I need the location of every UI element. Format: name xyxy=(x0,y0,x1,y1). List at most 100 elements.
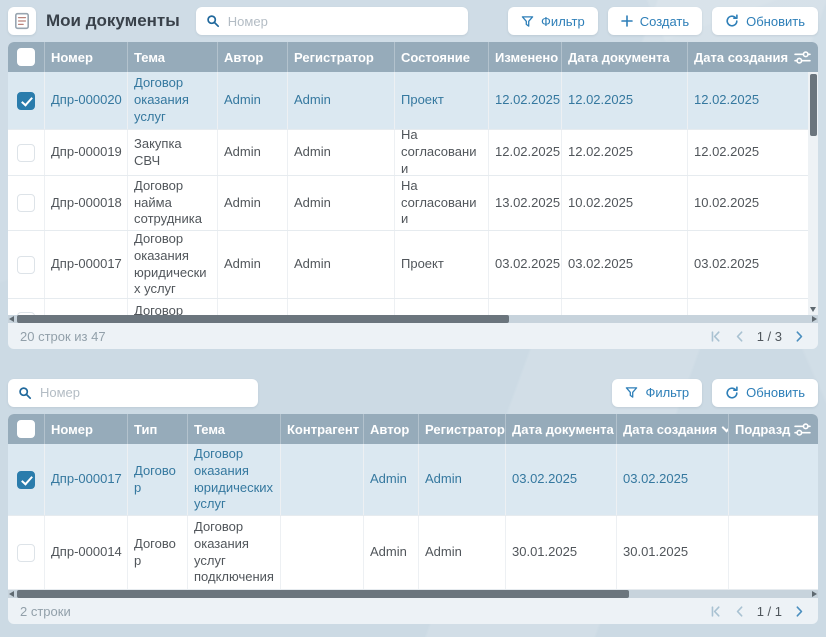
search-icon xyxy=(206,14,220,28)
search-icon xyxy=(18,386,32,400)
first-page-button[interactable] xyxy=(709,330,722,343)
header-cell-theme[interactable]: Тема xyxy=(188,414,281,444)
select-all-checkbox[interactable] xyxy=(17,420,35,438)
documents-section-button[interactable] xyxy=(8,7,36,35)
row-checkbox[interactable] xyxy=(17,256,35,274)
scroll-right-arrow[interactable] xyxy=(812,591,817,597)
header-cell-doc-date[interactable]: Дата документа xyxy=(506,414,617,444)
search-input[interactable] xyxy=(228,14,458,29)
scroll-left-arrow[interactable] xyxy=(9,316,14,322)
cell-created xyxy=(688,299,818,315)
cell-type: Договор xyxy=(128,516,188,589)
select-all-checkbox[interactable] xyxy=(17,48,35,66)
refresh-icon xyxy=(725,386,739,400)
header-cell-created[interactable]: Дата создания xyxy=(688,42,818,72)
header-cell-number[interactable]: Номер xyxy=(45,414,128,444)
cell-author: Admin xyxy=(218,176,288,230)
row-checkbox[interactable] xyxy=(17,144,35,162)
cell-checkbox xyxy=(8,176,45,230)
table-row[interactable]: Дпр-000017 Договор оказания юридических … xyxy=(8,231,818,299)
cell-counterparty xyxy=(281,444,364,515)
horizontal-scrollbar-thumb[interactable] xyxy=(17,315,509,323)
header-created-label: Дата создания xyxy=(694,50,788,65)
cell-created: 30.01.2025 xyxy=(617,516,729,589)
row-checkbox[interactable] xyxy=(17,544,35,562)
next-page-button[interactable] xyxy=(793,605,806,618)
header-cell-checkbox xyxy=(8,414,45,444)
table-row[interactable]: Дпр-000020 Договор оказания услуг Admin … xyxy=(8,72,818,130)
table-row[interactable]: Дпр-000014 Договор Договор оказания услу… xyxy=(8,516,818,590)
prev-page-button[interactable] xyxy=(733,605,746,618)
my-documents-panel: Мои документы Фильтр Создать Обновить xyxy=(8,0,818,349)
search-input[interactable] xyxy=(40,385,248,400)
horizontal-scrollbar xyxy=(8,315,818,323)
header-cell-number[interactable]: Номер xyxy=(45,42,128,72)
filter-button[interactable]: Фильтр xyxy=(508,7,598,35)
cell-theme: Договор найма сотрудника xyxy=(128,176,218,230)
chevron-down-icon xyxy=(722,423,729,433)
cell-registrar xyxy=(288,299,395,315)
first-page-button[interactable] xyxy=(709,605,722,618)
horizontal-scrollbar-thumb[interactable] xyxy=(17,590,629,598)
cell-created: 10.02.2025 xyxy=(688,176,818,230)
table-row[interactable]: Дпр-000019 Закупка СВЧ Admin Admin На со… xyxy=(8,130,818,176)
header-cell-registrar[interactable]: Регистратор xyxy=(288,42,395,72)
header-cell-registrar[interactable]: Регистратор xyxy=(419,414,506,444)
header-cell-type[interactable]: Тип xyxy=(128,414,188,444)
cell-modified: 03.02.2025 xyxy=(489,231,562,298)
table-header-row: Номер Тип Тема Контрагент Автор Регистра… xyxy=(8,414,818,444)
header-cell-author[interactable]: Автор xyxy=(364,414,419,444)
cell-number: Дпр-000019 xyxy=(45,130,128,175)
cell-state: На согласовании xyxy=(395,130,489,175)
cell-checkbox xyxy=(8,516,45,589)
header-cell-author[interactable]: Автор xyxy=(218,42,288,72)
scroll-right-arrow[interactable] xyxy=(812,316,817,322)
header-cell-modified[interactable]: Изменено xyxy=(489,42,562,72)
cell-department xyxy=(729,516,818,589)
refresh-button[interactable]: Обновить xyxy=(712,7,818,35)
row-checkbox[interactable] xyxy=(17,471,35,489)
scroll-down-arrow[interactable] xyxy=(810,307,816,312)
header-cell-created-sorted[interactable]: Дата создания xyxy=(617,414,729,444)
table-row[interactable]: Дпр-000017 Договор Договор оказания юрид… xyxy=(8,444,818,516)
cell-registrar: Admin xyxy=(288,72,395,129)
header-cell-doc-date[interactable]: Дата документа xyxy=(562,42,688,72)
cell-state: На согласовании xyxy=(395,176,489,230)
scroll-left-arrow[interactable] xyxy=(9,591,14,597)
cell-state: Проект xyxy=(395,72,489,129)
cell-type: Договор xyxy=(128,444,188,515)
vertical-scrollbar-thumb[interactable] xyxy=(810,74,817,136)
row-checkbox[interactable] xyxy=(17,194,35,212)
cell-doc-date: 30.01.2025 xyxy=(506,516,617,589)
cell-author: Admin xyxy=(218,231,288,298)
filter-button-label: Фильтр xyxy=(541,14,585,29)
refresh-button-label: Обновить xyxy=(746,14,805,29)
cell-checkbox xyxy=(8,299,45,315)
cell-checkbox xyxy=(8,231,45,298)
cell-registrar: Admin xyxy=(288,130,395,175)
related-documents-panel: Фильтр Обновить Номер Тип Тема Контраген… xyxy=(8,371,818,624)
header-cell-theme[interactable]: Тема xyxy=(128,42,218,72)
refresh-button[interactable]: Обновить xyxy=(712,379,818,407)
cell-modified xyxy=(489,299,562,315)
next-page-button[interactable] xyxy=(793,330,806,343)
filter-button[interactable]: Фильтр xyxy=(612,379,702,407)
cell-doc-date: 03.02.2025 xyxy=(506,444,617,515)
header-cell-counterparty[interactable]: Контрагент xyxy=(281,414,364,444)
cell-checkbox xyxy=(8,130,45,175)
table-row[interactable]: Договор xyxy=(8,299,818,315)
table-row[interactable]: Дпр-000018 Договор найма сотрудника Admi… xyxy=(8,176,818,231)
prev-page-button[interactable] xyxy=(733,330,746,343)
table-footer: 20 строк из 47 1 / 3 xyxy=(8,323,818,349)
header-cell-department[interactable]: Подразд xyxy=(729,414,818,444)
column-settings-icon[interactable] xyxy=(794,422,811,437)
header-cell-checkbox xyxy=(8,42,45,72)
row-checkbox[interactable] xyxy=(17,92,35,110)
cell-created: 03.02.2025 xyxy=(617,444,729,515)
cell-modified: 13.02.2025 xyxy=(489,176,562,230)
cell-number: Дпр-000017 xyxy=(45,444,128,515)
header-cell-state[interactable]: Состояние xyxy=(395,42,489,72)
column-settings-icon[interactable] xyxy=(794,50,811,65)
refresh-icon xyxy=(725,14,739,28)
create-button[interactable]: Создать xyxy=(608,7,702,35)
